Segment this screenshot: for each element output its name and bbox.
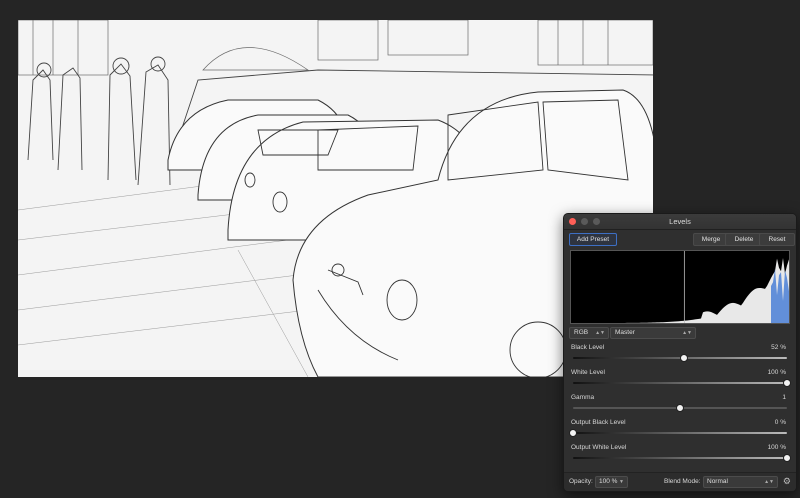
slider-value[interactable]: 100 % [768, 369, 786, 376]
stepper-arrows-icon: ▲▼ [595, 330, 605, 336]
slider-value[interactable]: 100 % [768, 444, 786, 451]
histogram-graph [571, 251, 789, 323]
slider-track[interactable] [573, 404, 787, 412]
slider-value[interactable]: 0 % [775, 419, 786, 426]
blend-mode-label: Blend Mode: [664, 478, 701, 485]
slider-value[interactable]: 52 % [771, 344, 786, 351]
slider-thumb[interactable] [569, 429, 577, 437]
gear-icon[interactable]: ⚙ [783, 476, 791, 486]
slider-track[interactable] [569, 429, 787, 437]
slider-track[interactable] [573, 354, 787, 362]
histogram [570, 250, 790, 324]
slider-thumb[interactable] [676, 404, 684, 412]
reset-button[interactable]: Reset [759, 233, 795, 246]
chevron-down-icon: ▼ [619, 479, 624, 485]
opacity-label: Opacity: [569, 478, 593, 485]
slider-label: Gamma [571, 394, 595, 401]
blend-mode-value: Normal [707, 478, 728, 485]
panel-titlebar[interactable]: Levels [564, 214, 796, 230]
slider-label: Output Black Level [571, 419, 626, 426]
slider-label: Output White Level [571, 444, 627, 451]
channel-select[interactable]: RGB ▲▼ [569, 327, 609, 339]
slider-thumb[interactable] [783, 379, 791, 387]
slider-track[interactable] [573, 454, 791, 462]
delete-button[interactable]: Delete [725, 233, 763, 246]
stepper-arrows-icon: ▲▼ [682, 330, 692, 336]
mode-select[interactable]: Master ▲▼ [610, 327, 696, 339]
histogram-luminance [571, 258, 789, 323]
add-preset-button[interactable]: Add Preset [569, 233, 617, 246]
slider-value[interactable]: 1 [782, 394, 786, 401]
panel-title: Levels [669, 217, 691, 226]
slider-thumb[interactable] [680, 354, 689, 362]
canvas-image[interactable] [18, 20, 653, 377]
opacity-select[interactable]: 100 % ▼ [595, 476, 628, 488]
slider-label: White Level [571, 369, 605, 376]
sketch-photo [18, 20, 653, 377]
opacity-value: 100 % [599, 478, 618, 485]
slider-thumb[interactable] [783, 454, 791, 462]
merge-button[interactable]: Merge [693, 233, 729, 246]
channel-select-value: RGB [574, 329, 589, 336]
levels-panel: Levels Add Preset Merge Delete Reset RGB… [563, 213, 797, 492]
blend-mode-select[interactable]: Normal ▲▼ [703, 476, 778, 488]
slider-track[interactable] [573, 379, 791, 387]
panel-footer: Opacity: 100 % ▼ Blend Mode: Normal ▲▼ ⚙ [564, 472, 796, 491]
mode-select-value: Master [615, 329, 635, 336]
slider-label: Black Level [571, 344, 605, 351]
stepper-arrows-icon: ▲▼ [764, 479, 774, 485]
